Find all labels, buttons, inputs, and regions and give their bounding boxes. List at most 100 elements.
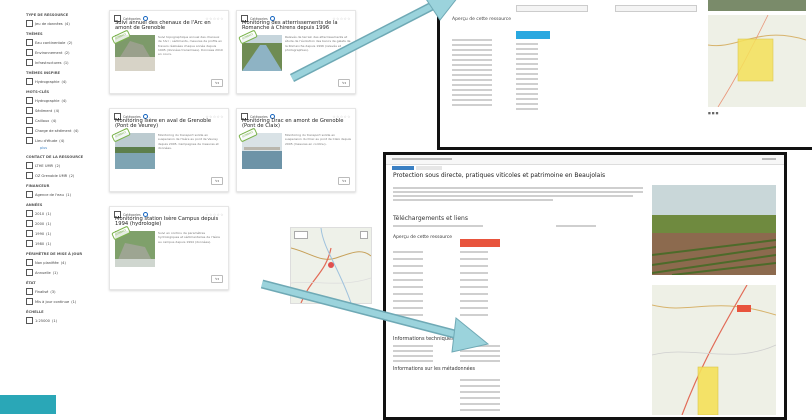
filter-option[interactable]: Finalisé (3): [26, 288, 102, 295]
filter-checkbox[interactable]: [26, 259, 33, 266]
filter-checkbox[interactable]: [26, 240, 33, 247]
filter-option-count: (2): [55, 163, 61, 168]
filter-option[interactable]: 2010 (1): [26, 210, 102, 217]
filter-option[interactable]: 1:25000 (1): [26, 317, 102, 324]
card-description: Monitoring du transport solide en suspen…: [158, 133, 219, 150]
filter-checkbox[interactable]: [26, 210, 33, 217]
filter-group-title[interactable]: FINANCEUR: [26, 184, 102, 188]
text-placeholder-line: [452, 104, 492, 106]
filter-option-label: Non planifiée: [35, 260, 59, 265]
filter-checkbox[interactable]: [26, 97, 33, 104]
tab-active[interactable]: [392, 166, 414, 170]
text-placeholder-line: [393, 314, 423, 316]
filter-option[interactable]: Jeu de données (4): [26, 20, 102, 27]
result-card[interactable]: Catégories ☆☆☆☆☆ Monitoring station Isère …: [109, 206, 229, 290]
filter-option[interactable]: Non planifiée (4): [26, 259, 102, 266]
text-placeholder-line: [516, 43, 538, 45]
card-title[interactable]: Monitoring Drac en amont de Grenoble (Po…: [242, 118, 351, 130]
filter-group-title[interactable]: ÉTAT: [26, 281, 102, 285]
filter-checkbox[interactable]: [26, 288, 33, 295]
card-title[interactable]: Monitoring des atterrissements de la Rom…: [242, 20, 351, 32]
filter-checkbox[interactable]: [26, 127, 33, 134]
filter-option[interactable]: Infrastructures (1): [26, 59, 102, 66]
filter-group-title[interactable]: MOTS-CLÉS: [26, 90, 102, 94]
text-placeholder-line: [452, 54, 492, 56]
filter-option-label: Cailloux: [35, 118, 50, 123]
result-card[interactable]: Catégories ☆☆☆☆☆ Monitoring Drac en amont …: [236, 108, 356, 192]
result-card[interactable]: Catégories ☆☆☆☆☆ Suivi annuel des chenaux …: [109, 10, 229, 94]
extent-map: [707, 14, 807, 108]
results-map[interactable]: [290, 227, 372, 304]
filter-checkbox[interactable]: [26, 220, 33, 227]
filter-checkbox[interactable]: [26, 137, 33, 144]
filter-group-title[interactable]: ANNÉES: [26, 203, 102, 207]
filter-group-title[interactable]: PÉRIMÈTRE DE MISE À JOUR: [26, 252, 102, 256]
filter-option[interactable]: Hydrographie (4): [26, 97, 102, 104]
corner-action-button[interactable]: [0, 395, 56, 414]
filter-group-title[interactable]: TYPE DE RESSOURCE: [26, 13, 102, 17]
filter-option-count: (4): [73, 128, 79, 133]
result-card[interactable]: Catégories ☆☆☆☆☆ Monitoring Isère en aval …: [109, 108, 229, 192]
tab[interactable]: [416, 166, 442, 170]
map-layers-control[interactable]: [360, 231, 368, 239]
filter-option[interactable]: Hydrographie (4): [26, 78, 102, 85]
filter-checkbox[interactable]: [26, 117, 33, 124]
map-edit-control[interactable]: [294, 231, 308, 239]
screenshot-resource-detail-bottom: Protection sous directe, pratiques vitic…: [383, 152, 787, 420]
filter-checkbox[interactable]: [26, 107, 33, 114]
filter-checkbox[interactable]: [26, 59, 33, 66]
filter-option[interactable]: Environnement (2): [26, 49, 102, 56]
filter-checkbox[interactable]: [26, 20, 33, 27]
filter-checkbox[interactable]: [26, 39, 33, 46]
text-placeholder-line: [452, 99, 492, 101]
filter-checkbox[interactable]: [26, 49, 33, 56]
filter-checkbox[interactable]: [26, 78, 33, 85]
filter-option[interactable]: OZ Grenoble UMR (2): [26, 172, 102, 179]
card-action-button[interactable]: ✎▾: [211, 79, 223, 87]
filter-option[interactable]: Sédiment (4): [26, 107, 102, 114]
filter-option[interactable]: Lieu d'étude (4): [26, 137, 102, 144]
text-placeholder-line: [556, 225, 596, 227]
filter-option[interactable]: LTHE UMR (2): [26, 162, 102, 169]
filter-option-count: (3): [50, 289, 56, 294]
filter-checkbox[interactable]: [26, 172, 33, 179]
filter-option-count: (4): [61, 98, 67, 103]
filter-checkbox[interactable]: [26, 162, 33, 169]
filter-option[interactable]: 2000 (1): [26, 220, 102, 227]
filter-checkbox[interactable]: [26, 298, 33, 305]
filter-option[interactable]: Annuelle (1): [26, 269, 102, 276]
filter-checkbox[interactable]: [26, 317, 33, 324]
filter-option[interactable]: Charge de sédiment (4): [26, 127, 102, 134]
filter-group-title[interactable]: CONTACT DE LA RESSOURCE: [26, 155, 102, 159]
card-title[interactable]: Monitoring Isère en aval de Grenoble (Po…: [115, 118, 224, 130]
card-action-button[interactable]: ✎▾: [338, 79, 350, 87]
filter-checkbox[interactable]: [26, 269, 33, 276]
text-placeholder-line: [460, 307, 488, 309]
filter-more-link[interactable]: plus: [40, 146, 102, 150]
text-placeholder-line: [393, 258, 423, 260]
filter-group-title[interactable]: THÈMES: [26, 32, 102, 36]
filter-group-title[interactable]: THÈMES INSPIRE: [26, 71, 102, 75]
blue-badge: [516, 31, 550, 39]
filter-option[interactable]: Eau continentale (2): [26, 39, 102, 46]
card-action-button[interactable]: ✎▾: [338, 177, 350, 185]
card-action-button[interactable]: ✎▾: [211, 177, 223, 185]
card-title[interactable]: Monitoring station Isère Campus depuis 1…: [115, 216, 224, 228]
filter-option[interactable]: 1980 (1): [26, 240, 102, 247]
filter-checkbox[interactable]: [26, 191, 33, 198]
filter-checkbox[interactable]: [26, 230, 33, 237]
filter-option[interactable]: Cailloux (4): [26, 117, 102, 124]
card-title[interactable]: Suivi annuel des chenaux de l'Arc en amo…: [115, 20, 224, 32]
filter-option[interactable]: Mis à jour continue (1): [26, 298, 102, 305]
card-action-button[interactable]: ✎▾: [211, 275, 223, 283]
filter-option[interactable]: Agence de l'eau (1): [26, 191, 102, 198]
text-placeholder-line: [460, 355, 500, 357]
filter-option[interactable]: 1990 (1): [26, 230, 102, 237]
text-placeholder-line: [516, 73, 538, 75]
resource-title: Protection sous directe, pratiques vitic…: [393, 172, 606, 179]
text-placeholder-line: [393, 265, 423, 267]
filter-group-title[interactable]: ÉCHELLE: [26, 310, 102, 314]
text-placeholder-line: [460, 286, 488, 288]
result-card[interactable]: Catégories ☆☆☆☆☆ Monitoring des atterrisse…: [236, 10, 356, 94]
filter-option-count: (4): [54, 108, 60, 113]
